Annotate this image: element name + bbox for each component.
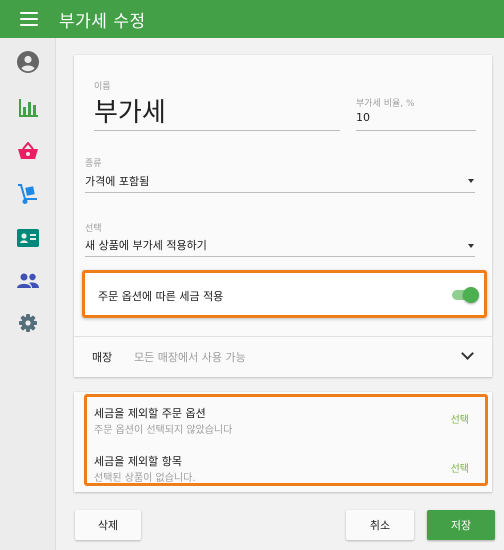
exclude-items-title: 세금을 제외할 항목: [94, 455, 182, 468]
name-underline: [94, 130, 340, 131]
delete-button[interactable]: 삭제: [75, 510, 141, 540]
order-option-tax-row: 주문 옵션에 따른 세금 적용: [82, 270, 487, 318]
tax-form-card: 이름 부가세 부가세 비율, % 10 종류 가격에 포함됨 선택 새 상품에 …: [74, 55, 492, 377]
sidebar-item-employees[interactable]: [0, 261, 56, 301]
rate-label: 부가세 비율, %: [356, 99, 415, 109]
exclude-items-subtitle: 선택된 상품이 없습니다.: [94, 473, 196, 484]
caret-down-icon: [468, 244, 474, 248]
cancel-button[interactable]: 취소: [346, 510, 414, 540]
sidebar-item-sales[interactable]: [0, 131, 56, 171]
name-label: 이름: [94, 82, 111, 92]
exclude-options-title: 세금을 제외할 주문 옵션: [94, 407, 206, 420]
sidebar-item-inventory[interactable]: [0, 174, 56, 214]
order-option-tax-label: 주문 옵션에 따른 세금 적용: [98, 290, 224, 303]
toggle-knob[interactable]: [463, 287, 479, 303]
sidebar: [0, 38, 56, 550]
shopping-basket-icon: [18, 142, 38, 159]
select-items-link[interactable]: 선택: [451, 460, 469, 475]
option-select[interactable]: 새 상품에 부가세 적용하기: [85, 237, 475, 255]
caret-down-icon: [468, 179, 474, 183]
rate-underline: [356, 130, 476, 131]
hand-truck-icon: [18, 184, 37, 204]
store-value: 모든 매장에서 사용 가능: [134, 351, 246, 364]
name-input[interactable]: 부가세: [94, 92, 166, 129]
store-label: 매장: [92, 351, 113, 364]
type-underline: [85, 192, 475, 193]
type-select[interactable]: 가격에 포함됨: [85, 173, 475, 191]
sidebar-item-customers[interactable]: [0, 218, 56, 258]
people-icon: [17, 273, 39, 288]
account-circle-icon: [17, 51, 39, 73]
option-select-value: 새 상품에 부가세 적용하기: [85, 239, 207, 252]
select-options-link[interactable]: 선택: [451, 411, 469, 426]
id-card-icon: [17, 229, 39, 247]
page-title: 부가세 수정: [59, 11, 146, 32]
option-label: 선택: [85, 224, 102, 234]
sidebar-item-reports[interactable]: [0, 88, 56, 128]
exclude-options-subtitle: 주문 옵션이 선택되지 않았습니다: [94, 425, 233, 436]
tax-exclusions-box: 세금을 제외할 주문 옵션 주문 옵션이 선택되지 않았습니다 선택 세금을 제…: [84, 394, 488, 486]
sidebar-item-settings[interactable]: [0, 303, 56, 343]
sidebar-item-account[interactable]: [0, 42, 56, 82]
divider: [74, 336, 492, 337]
save-button[interactable]: 저장: [427, 510, 495, 540]
type-select-value: 가격에 포함됨: [85, 175, 150, 188]
hamburger-menu-icon[interactable]: [20, 12, 38, 26]
app-bar: 부가세 수정: [0, 0, 504, 38]
bar-chart-icon: [19, 99, 38, 117]
rate-input[interactable]: 10: [356, 111, 370, 124]
option-underline: [85, 256, 475, 257]
type-label: 종류: [85, 159, 102, 169]
gear-icon: [19, 314, 37, 332]
